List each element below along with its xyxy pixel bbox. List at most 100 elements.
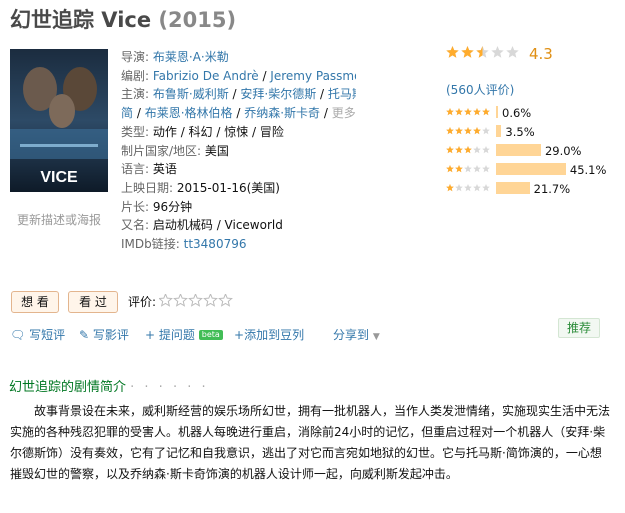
runtime-label: 片长:	[121, 199, 150, 214]
aka-label: 又名:	[121, 218, 150, 233]
director-link[interactable]: 布莱恩·A·米勒	[153, 50, 229, 64]
rating-distribution-percent: 21.7%	[533, 182, 571, 196]
star-icon-filled	[446, 146, 454, 154]
rating-score: 4.3	[529, 45, 553, 63]
watched-button[interactable]: 看 过	[68, 291, 118, 313]
movie-info: 导演: 布莱恩·A·米勒 编剧: Fabrizio De Andrè / Jer…	[121, 48, 356, 254]
runtime-row: 片长: 96分钟	[121, 198, 356, 217]
rating-stars-icon	[446, 46, 519, 58]
rating-distribution-bar	[496, 163, 566, 175]
rate-stars-input[interactable]	[159, 294, 234, 308]
star-icon-filled	[446, 184, 454, 192]
rating-distribution-percent: 3.5%	[505, 125, 535, 139]
language-row: 语言: 英语	[121, 160, 356, 179]
movie-name: 幻世追踪 Vice	[10, 8, 152, 32]
star-icon	[173, 294, 188, 307]
star-icon	[482, 184, 490, 192]
rating-distribution-bar	[496, 144, 541, 156]
runtime-value: 96分钟	[152, 199, 193, 214]
country-row: 制片国家/地区: 美国	[121, 142, 356, 161]
write-short-review-link[interactable]: 🗨︎ 写短评	[10, 326, 65, 343]
star-icon	[464, 165, 472, 173]
summary-heading: 幻世追踪的剧情简介 · · · · · ·	[9, 376, 209, 395]
summary-heading-text: 幻世追踪的剧情简介	[9, 380, 127, 395]
star-icon-filled	[473, 127, 481, 135]
rate-label: 评价:	[128, 295, 157, 309]
star-row-icon	[446, 108, 490, 116]
star-icon-filled	[455, 165, 463, 173]
share-dropdown[interactable]: 分享到 ▼	[333, 326, 380, 343]
summary-heading-dots: · · · · · ·	[130, 380, 209, 395]
rating-distribution-row: 0.6%	[446, 106, 621, 120]
plus-icon: +	[145, 328, 156, 342]
pencil-icon: ✎	[79, 328, 90, 342]
star-row-icon	[446, 127, 490, 135]
star-icon	[203, 294, 218, 307]
plus-icon: +	[234, 328, 245, 342]
star-icon-filled	[464, 127, 472, 135]
cast-link[interactable]: 乔纳森·斯卡奇	[244, 106, 320, 120]
language-label: 语言:	[121, 162, 150, 177]
chevron-down-icon: ▼	[372, 332, 380, 342]
genre-row: 类型: 动作 / 科幻 / 惊悚 / 冒险	[121, 123, 356, 142]
writer-link[interactable]: Jeremy Passmore	[270, 69, 356, 83]
update-poster-link[interactable]: 更新描述或海报	[17, 211, 101, 228]
poster-image: VICE	[10, 49, 108, 192]
cast-link[interactable]: 托马斯·	[328, 87, 356, 101]
star-icon	[159, 294, 173, 307]
cast-link[interactable]: 布鲁斯·威利斯	[153, 87, 229, 101]
star-row-icon	[446, 184, 490, 192]
star-icon	[482, 146, 490, 154]
imdb-label: IMDb链接:	[121, 237, 180, 252]
recommend-button[interactable]: 推荐	[558, 318, 600, 338]
star-icon-filled	[446, 127, 454, 135]
star-icon	[455, 184, 463, 192]
star-icon	[473, 184, 481, 192]
cast-row: 主演: 布鲁斯·威利斯 / 安拜·柴尔德斯 / 托马斯·	[121, 85, 356, 104]
release-value: 2015-01-16(美国)	[176, 180, 280, 195]
cast-more-link[interactable]: 更多...	[332, 106, 356, 120]
star-icon	[491, 46, 504, 58]
write-review-link[interactable]: ✎ 写影评	[79, 326, 129, 343]
star-icon-filled	[446, 108, 454, 116]
write-short-review-label: 写短评	[29, 328, 66, 342]
rating-distribution-bar	[496, 106, 498, 118]
rating-distribution-row: 3.5%	[446, 125, 621, 139]
genre-label: 类型:	[121, 124, 150, 139]
director-row: 导演: 布莱恩·A·米勒	[121, 48, 356, 67]
cast-link[interactable]: 布莱恩·格林伯格	[145, 106, 233, 120]
country-label: 制片国家/地区:	[121, 143, 202, 158]
add-to-list-link[interactable]: +添加到豆列	[234, 326, 304, 343]
country-value: 美国	[204, 143, 229, 158]
imdb-row: IMDb链接: tt3480796	[121, 235, 356, 254]
genre-value: 动作 / 科幻 / 惊悚 / 冒险	[152, 124, 284, 139]
writer-link[interactable]: Fabrizio De Andrè	[153, 69, 259, 83]
rating-distribution-percent: 29.0%	[544, 144, 582, 158]
rating-count-link[interactable]: (560人评价)	[446, 81, 514, 98]
rating-distribution-row: 29.0%	[446, 144, 621, 158]
want-to-watch-button[interactable]: 想 看	[11, 291, 59, 313]
star-icon-filled	[482, 108, 490, 116]
poster-title-text: VICE	[40, 169, 78, 186]
release-row: 上映日期: 2015-01-16(美国)	[121, 179, 356, 198]
add-to-list-label: 添加到豆列	[244, 328, 305, 342]
movie-year: (2015)	[158, 8, 237, 32]
star-icon	[218, 294, 233, 307]
rating-distribution-row: 21.7%	[446, 182, 621, 196]
rating-distribution-bar	[496, 125, 502, 137]
star-icon-filled	[455, 127, 463, 135]
star-icon	[188, 294, 203, 307]
language-value: 英语	[152, 162, 177, 177]
aka-row: 又名: 启动机械码 / Viceworld	[121, 216, 356, 235]
star-row-icon	[446, 146, 490, 154]
aka-value: 启动机械码 / Viceworld	[152, 218, 283, 233]
ask-question-link[interactable]: + 提问题 beta	[145, 326, 223, 343]
star-icon-filled	[446, 165, 454, 173]
summary-text: 故事背景设在未来，威利斯经营的娱乐场所幻世，拥有一批机器人，当作人类发泄情绪，实…	[10, 404, 611, 481]
movie-poster[interactable]: VICE	[10, 49, 108, 192]
star-icon	[506, 46, 519, 58]
cast-link[interactable]: 简	[121, 106, 133, 120]
cast-link[interactable]: 安拜·柴尔德斯	[240, 87, 316, 101]
imdb-link[interactable]: tt3480796	[184, 237, 247, 251]
star-icon-filled	[464, 108, 472, 116]
